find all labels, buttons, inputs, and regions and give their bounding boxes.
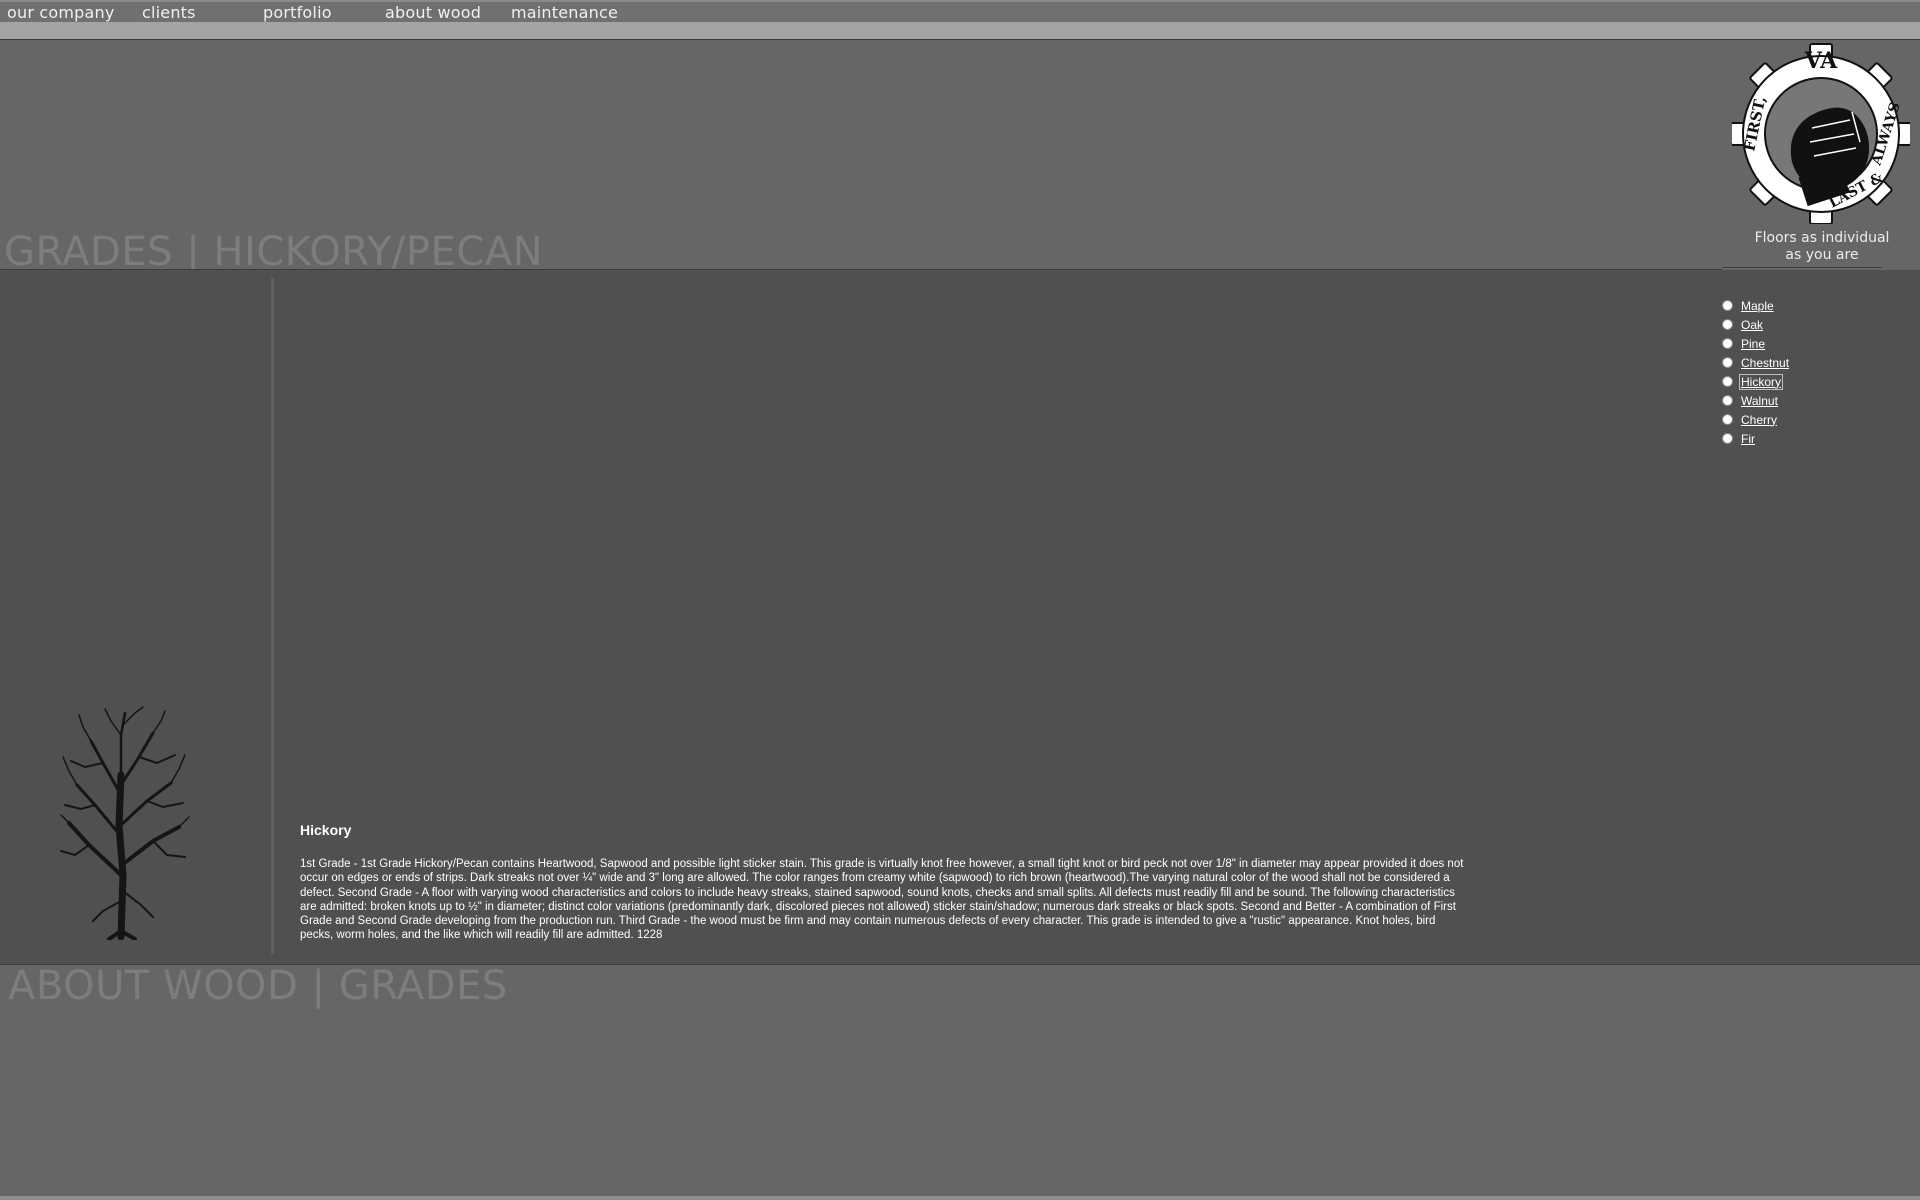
radio-button-icon[interactable] — [1722, 357, 1733, 368]
wood-link-maple[interactable]: Maple — [1740, 299, 1775, 313]
nav-portfolio[interactable]: portfolio — [263, 3, 332, 22]
fist-gear-logo-icon[interactable]: VA FIRST, LAST & ALWAYS — [1732, 42, 1910, 224]
wood-link-hickory[interactable]: Hickory — [1738, 373, 1784, 390]
wood-link-pine[interactable]: Pine — [1740, 337, 1766, 351]
radio-button-icon[interactable] — [1722, 414, 1733, 425]
radio-button-icon[interactable] — [1722, 300, 1733, 311]
page: our company clients portfolio about wood… — [0, 0, 1920, 1200]
wood-link-cherry[interactable]: Cherry — [1740, 413, 1778, 427]
wood-item-walnut[interactable]: Walnut — [1722, 391, 1790, 410]
nav-maintenance[interactable]: maintenance — [511, 3, 618, 22]
top-nav: our company clients portfolio about wood… — [0, 0, 1920, 22]
content-title: Hickory — [300, 822, 352, 838]
radio-button-icon[interactable] — [1722, 395, 1733, 406]
sub-nav-bar — [0, 22, 1920, 40]
tagline-line-2: as you are — [1785, 247, 1859, 263]
wood-item-fir[interactable]: Fir — [1722, 429, 1790, 448]
vertical-divider — [271, 278, 274, 954]
header-divider-right — [1722, 267, 1882, 268]
bottom-bar — [0, 1196, 1920, 1200]
wood-item-hickory[interactable]: Hickory — [1722, 372, 1790, 391]
tagline: Floors as individual as you are — [1722, 230, 1920, 264]
radio-button-icon[interactable] — [1722, 338, 1733, 349]
bare-tree-icon — [60, 706, 190, 940]
wood-link-walnut[interactable]: Walnut — [1740, 394, 1779, 408]
wood-link-fir[interactable]: Fir — [1740, 432, 1756, 446]
radio-button-icon[interactable] — [1722, 319, 1733, 330]
wood-item-maple[interactable]: Maple — [1722, 296, 1790, 315]
wood-item-chestnut[interactable]: Chestnut — [1722, 353, 1790, 372]
tagline-line-1: Floors as individual — [1754, 230, 1890, 246]
nav-about-wood[interactable]: about wood — [385, 3, 481, 22]
nav-our-company[interactable]: our company — [7, 3, 115, 22]
wood-link-oak[interactable]: Oak — [1740, 318, 1764, 332]
wood-item-oak[interactable]: Oak — [1722, 315, 1790, 334]
page-title: GRADES | HICKORY/PECAN — [4, 229, 543, 275]
radio-button-icon[interactable] — [1722, 376, 1733, 387]
wood-link-chestnut[interactable]: Chestnut — [1740, 356, 1790, 370]
wood-item-cherry[interactable]: Cherry — [1722, 410, 1790, 429]
main-content: Maple Oak Pine Chestnut Hickory Walnut C… — [0, 270, 1920, 965]
svg-text:VA: VA — [1804, 48, 1838, 74]
wood-type-list: Maple Oak Pine Chestnut Hickory Walnut C… — [1722, 296, 1790, 448]
radio-button-icon[interactable] — [1722, 433, 1733, 444]
nav-clients[interactable]: clients — [142, 3, 196, 22]
content-body: 1st Grade - 1st Grade Hickory/Pecan cont… — [300, 858, 1464, 942]
footer-title: ABOUT WOOD | GRADES — [8, 963, 508, 1009]
wood-item-pine[interactable]: Pine — [1722, 334, 1790, 353]
